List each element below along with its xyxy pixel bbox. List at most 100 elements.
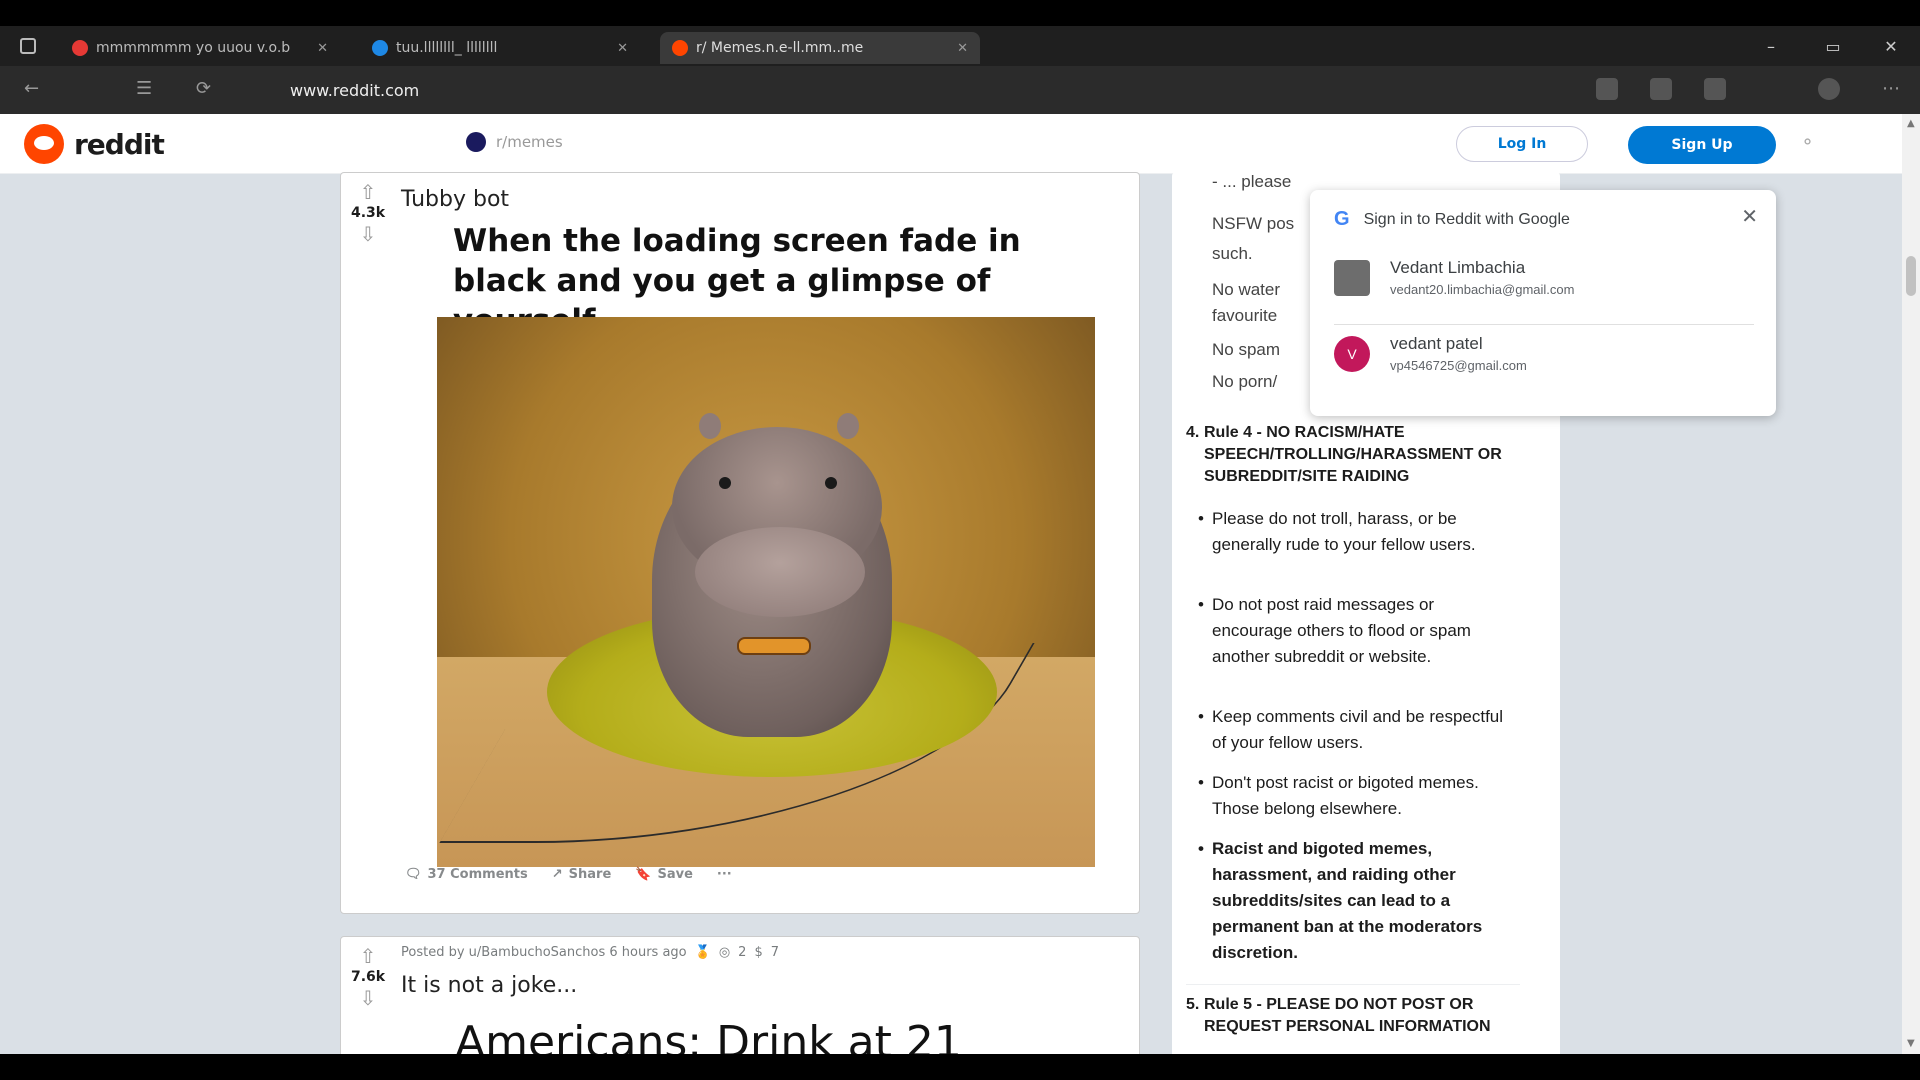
- collections-icon[interactable]: [1704, 78, 1726, 100]
- snoo-icon: [24, 124, 64, 164]
- comments-label: 37 Comments: [427, 867, 528, 882]
- address-bar-row: ← ☰ ⟳ www.reddit.com ⋯: [0, 66, 1920, 114]
- reddit-page: reddit r/memes Log In Sign Up ⚬ ⇧ 4.3k ⇩…: [0, 114, 1920, 1054]
- hippo-ear: [699, 413, 721, 439]
- sign-up-button[interactable]: Sign Up: [1628, 126, 1776, 164]
- meme-image-text: Americans: Drink at 21: [455, 1017, 962, 1054]
- browser-tab-active[interactable]: r/ Memes.n.e-ll.mm..me ✕: [660, 32, 980, 64]
- reddit-logo[interactable]: reddit: [24, 124, 165, 164]
- popup-divider: [1334, 324, 1754, 325]
- post-card[interactable]: ⇧ 7.6k ⇩ Posted by u/BambuchoSanchos 6 h…: [340, 936, 1140, 1054]
- upvote-icon[interactable]: ⇧: [351, 179, 385, 205]
- tab-actions-icon[interactable]: [20, 38, 36, 54]
- bookmark-icon: 🔖: [635, 867, 652, 882]
- post-title[interactable]: It is not a joke...: [401, 973, 577, 998]
- post-title[interactable]: Tubby bot: [401, 187, 509, 212]
- share-label: Share: [568, 867, 612, 882]
- browser-tab[interactable]: tuu.llllllll_ llllllll ✕: [360, 32, 640, 64]
- browser-tab[interactable]: mmmmmmm yo uuou v.o.b ✕: [60, 32, 340, 64]
- rule-title: Rule 4 - NO RACISM/HATE SPEECH/TROLLING/…: [1204, 424, 1502, 485]
- award-count: 7: [770, 945, 779, 960]
- account-name: vedant patel: [1390, 334, 1483, 353]
- account-avatar: [1334, 260, 1370, 296]
- share-button[interactable]: ↗ Share: [552, 867, 612, 882]
- account-email: vedant20.limbachia@gmail.com: [1390, 282, 1575, 297]
- rule-number: 5.: [1186, 996, 1200, 1013]
- rule-4-heading[interactable]: 4. Rule 4 - NO RACISM/HATE SPEECH/TROLLI…: [1186, 422, 1526, 488]
- browser-tab-bar: mmmmmmm yo uuou v.o.b ✕ tuu.llllllll_ ll…: [0, 26, 1920, 66]
- award-count: 2: [738, 945, 747, 960]
- account-name: Vedant Limbachia: [1390, 258, 1526, 277]
- site-favicon-icon: [372, 40, 388, 56]
- page-scrollbar[interactable]: ▲ ▼: [1902, 114, 1920, 1054]
- vote-column: ⇧ 7.6k ⇩: [351, 943, 385, 1011]
- comment-icon: 🗨: [405, 867, 422, 882]
- post-score: 7.6k: [351, 969, 386, 985]
- extension-icon[interactable]: [1596, 78, 1618, 100]
- award-icon: $: [754, 945, 763, 960]
- sidebar-icon[interactable]: ☰: [136, 78, 152, 99]
- hippo-ear: [837, 413, 859, 439]
- meme-image[interactable]: [437, 317, 1095, 867]
- share-icon: ↗: [551, 867, 563, 882]
- comments-button[interactable]: 🗨 37 Comments: [405, 867, 528, 882]
- rule-bullet: Don't post racist or bigoted memes. Thos…: [1198, 770, 1512, 822]
- scroll-down-icon[interactable]: ▼: [1907, 1038, 1915, 1049]
- hippo-eye: [825, 477, 837, 489]
- minimize-button[interactable]: –: [1748, 26, 1794, 66]
- refresh-icon[interactable]: ⟳: [196, 78, 211, 99]
- profile-icon[interactable]: [1818, 78, 1840, 100]
- rule-divider: [1186, 984, 1520, 985]
- community-selector[interactable]: r/memes: [466, 132, 563, 152]
- upvote-icon[interactable]: ⇧: [351, 943, 385, 969]
- rule-5-heading[interactable]: 5. Rule 5 - PLEASE DO NOT POST OR REQUES…: [1186, 994, 1526, 1038]
- post-actions: 🗨 37 Comments ↗ Share 🔖 Save ···: [405, 867, 732, 882]
- post-meta: Posted by u/BambuchoSanchos 6 hours ago …: [401, 945, 779, 960]
- rule-bullet: Please do not troll, harass, or be gener…: [1198, 506, 1512, 558]
- save-label: Save: [657, 867, 693, 882]
- account-avatar: V: [1334, 336, 1370, 372]
- more-menu-icon[interactable]: ⋯: [1882, 78, 1900, 99]
- post-card[interactable]: ⇧ 4.3k ⇩ Tubby bot When the loading scre…: [340, 172, 1140, 914]
- scroll-up-icon[interactable]: ▲: [1907, 118, 1915, 129]
- reddit-favicon-icon: [672, 40, 688, 56]
- posted-by[interactable]: Posted by u/BambuchoSanchos 6 hours ago: [401, 945, 687, 960]
- more-options-button[interactable]: ···: [717, 867, 732, 882]
- save-button[interactable]: 🔖 Save: [635, 867, 693, 882]
- rule-fragment: favourite: [1212, 306, 1278, 325]
- log-in-button[interactable]: Log In: [1456, 126, 1588, 162]
- maximize-button[interactable]: ▭: [1810, 26, 1856, 66]
- close-icon[interactable]: ✕: [317, 41, 328, 56]
- rule-fragment: No water: [1212, 280, 1281, 299]
- award-icon: ◎: [718, 945, 731, 960]
- close-icon[interactable]: ✕: [1741, 204, 1758, 229]
- back-arrow-icon[interactable]: ←: [24, 78, 39, 99]
- rule-title: Rule 5 - PLEASE DO NOT POST OR REQUEST P…: [1204, 996, 1491, 1035]
- google-popup-heading: Sign in to Reddit with Google: [1363, 210, 1570, 228]
- downvote-icon[interactable]: ⇩: [351, 221, 385, 247]
- google-account-item[interactable]: V vedant patel vp4546725@gmail.com: [1334, 326, 1754, 390]
- reddit-wordmark: reddit: [74, 127, 165, 161]
- downvote-icon[interactable]: ⇩: [351, 985, 385, 1011]
- community-label: r/memes: [496, 133, 563, 151]
- tab-label: r/ Memes.n.e-ll.mm..me: [696, 40, 864, 56]
- close-icon[interactable]: ✕: [957, 41, 968, 56]
- google-g-icon: G: [1334, 208, 1350, 230]
- reddit-header: reddit r/memes Log In Sign Up ⚬: [0, 114, 1902, 174]
- post-score: 4.3k: [351, 205, 386, 221]
- favorites-icon[interactable]: [1650, 78, 1672, 100]
- youtube-icon: [72, 40, 88, 56]
- tab-label: mmmmmmm yo uuou v.o.b: [96, 40, 291, 56]
- rule-fragment: such.: [1212, 244, 1253, 263]
- screen-bottom-bar: [0, 1054, 1920, 1080]
- close-window-button[interactable]: ✕: [1868, 26, 1914, 66]
- screen-top-bar: [0, 0, 1920, 26]
- scrollbar-thumb[interactable]: [1906, 256, 1916, 296]
- google-account-item[interactable]: Vedant Limbachia vedant20.limbachia@gmai…: [1334, 250, 1754, 314]
- close-icon[interactable]: ✕: [617, 41, 628, 56]
- user-menu-icon[interactable]: ⚬: [1800, 132, 1826, 156]
- google-sign-in-popup: G Sign in to Reddit with Google ✕ Vedant…: [1310, 190, 1776, 416]
- tab-label: tuu.llllllll_ llllllll: [396, 40, 498, 56]
- rule-bullet: Keep comments civil and be respectful of…: [1198, 704, 1512, 756]
- url-field[interactable]: www.reddit.com: [232, 78, 1572, 104]
